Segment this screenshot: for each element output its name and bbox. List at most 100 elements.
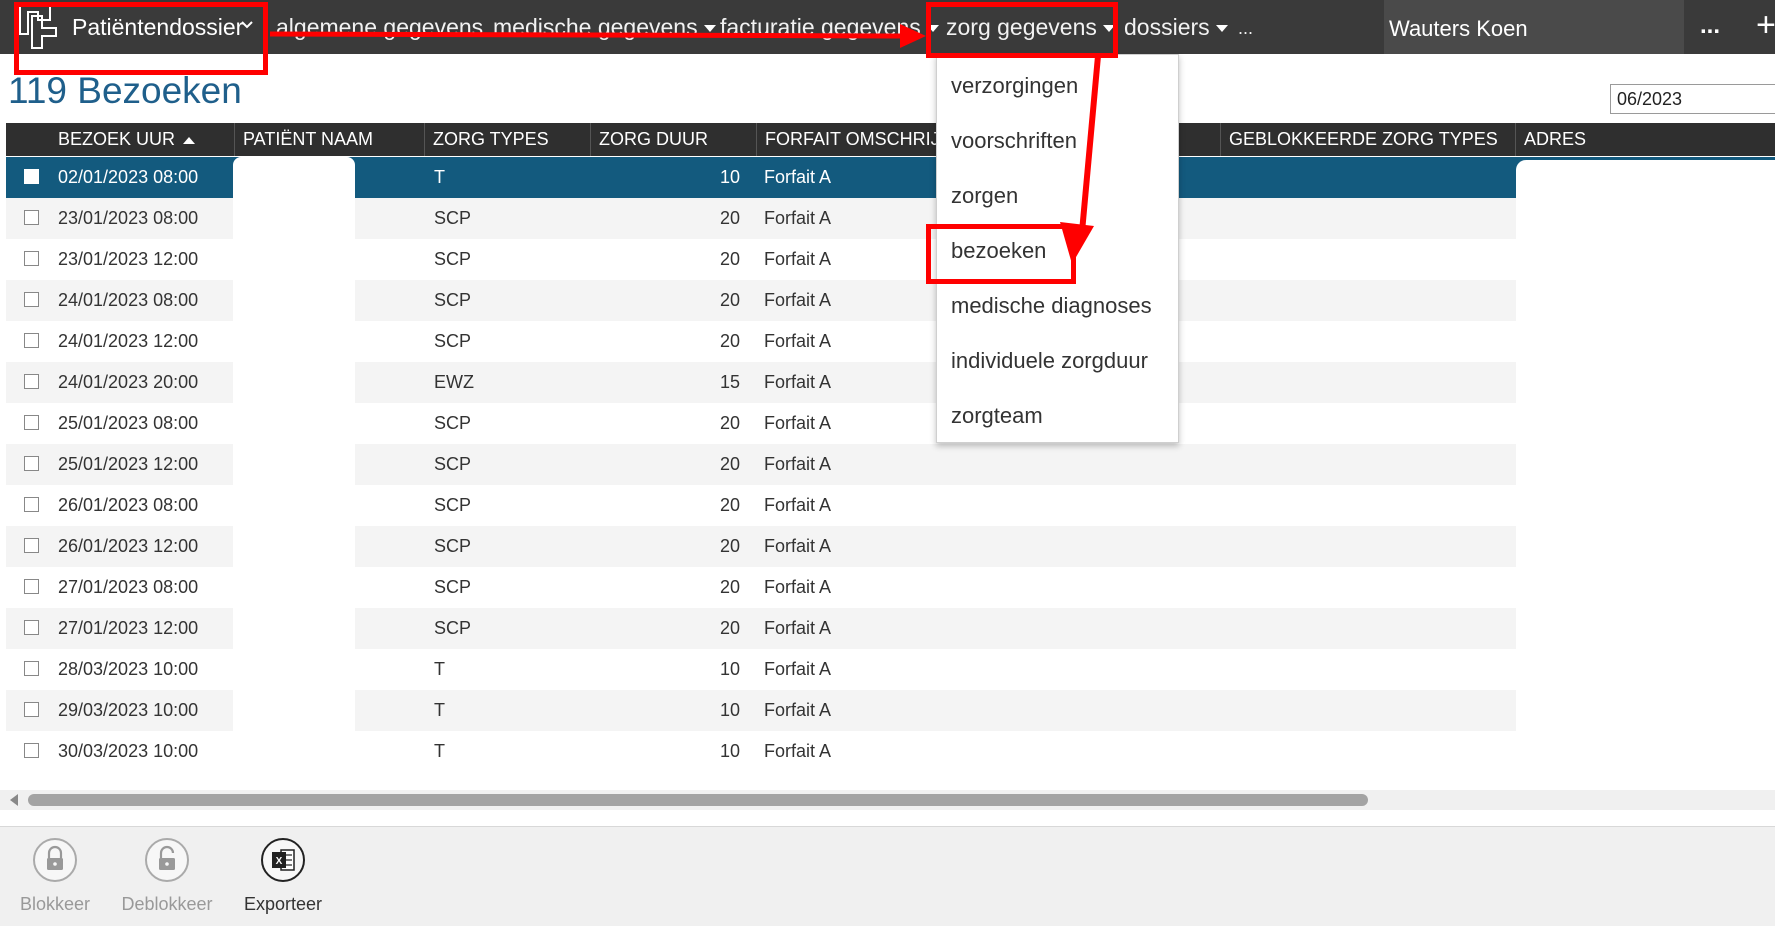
cell-zorg-types: T bbox=[434, 741, 445, 761]
table-header: BEZOEK UUR PATIËNT NAAM ZORG TYPES ZORG … bbox=[6, 123, 1775, 156]
deblokkeer-label: Deblokkeer bbox=[121, 894, 213, 914]
annotation-box-zorg-gegevens bbox=[926, 2, 1118, 58]
row-checkbox[interactable] bbox=[24, 251, 39, 266]
nav-dossiers[interactable]: dossiers bbox=[1124, 14, 1228, 41]
caret-down-icon bbox=[1215, 25, 1228, 33]
cell-zorg-types: SCP bbox=[434, 331, 472, 351]
sort-ascending-icon bbox=[183, 136, 196, 144]
column-header-geblokkeerde-zorg-types[interactable]: GEBLOKKEERDE ZORG TYPES bbox=[1220, 123, 1515, 156]
cell-forfait-omschrijving: Forfait A bbox=[764, 495, 832, 515]
nav-facturatie-gegevens[interactable]: facturatie gegevens bbox=[720, 14, 939, 41]
cell-bezoek-uur: 26/01/2023 12:00 bbox=[58, 536, 199, 556]
scrollbar-thumb[interactable] bbox=[28, 794, 1368, 806]
cell-bezoek-uur: 23/01/2023 12:00 bbox=[58, 249, 199, 269]
cell-forfait-omschrijving: Forfait A bbox=[764, 167, 832, 187]
cell-bezoek-uur: 23/01/2023 08:00 bbox=[58, 208, 199, 228]
cell-bezoek-uur: 25/01/2023 08:00 bbox=[58, 413, 199, 433]
svg-text:X: X bbox=[276, 856, 283, 867]
cell-bezoek-uur: 24/01/2023 12:00 bbox=[58, 331, 199, 351]
row-checkbox[interactable] bbox=[24, 333, 39, 348]
more-options-button[interactable]: ... bbox=[1700, 12, 1720, 40]
cell-zorg-duur: 20 bbox=[719, 208, 740, 228]
row-checkbox[interactable] bbox=[24, 169, 39, 184]
page-title: 119 Bezoeken bbox=[8, 70, 242, 111]
cell-zorg-types: T bbox=[434, 700, 445, 720]
menu-item-voorschriften[interactable]: voorschriften bbox=[951, 128, 1077, 154]
cell-forfait-omschrijving: Forfait A bbox=[764, 536, 832, 556]
row-checkbox[interactable] bbox=[24, 579, 39, 594]
cell-bezoek-uur: 30/03/2023 10:00 bbox=[58, 741, 199, 761]
cell-forfait-omschrijving: Forfait A bbox=[764, 454, 832, 474]
cell-bezoek-uur: 27/01/2023 12:00 bbox=[58, 618, 199, 638]
row-checkbox[interactable] bbox=[24, 210, 39, 225]
cell-forfait-omschrijving: Forfait A bbox=[764, 290, 832, 310]
nav-medische-gegevens[interactable]: medische gegevens bbox=[493, 14, 716, 41]
cell-bezoek-uur: 24/01/2023 20:00 bbox=[58, 372, 199, 392]
cell-zorg-types: SCP bbox=[434, 290, 472, 310]
lock-icon bbox=[47, 845, 63, 870]
add-button[interactable]: + bbox=[1756, 6, 1775, 45]
cell-forfait-omschrijving: Forfait A bbox=[764, 659, 832, 679]
cell-zorg-types: T bbox=[434, 167, 445, 187]
cell-bezoek-uur: 02/01/2023 08:00 bbox=[58, 167, 199, 187]
cell-forfait-omschrijving: Forfait A bbox=[764, 249, 832, 269]
cell-zorg-types: SCP bbox=[434, 413, 472, 433]
user-name[interactable]: Wauters Koen bbox=[1389, 16, 1528, 42]
cell-zorg-types: SCP bbox=[434, 577, 472, 597]
row-checkbox[interactable] bbox=[24, 497, 39, 512]
row-checkbox[interactable] bbox=[24, 456, 39, 471]
address-redaction bbox=[1516, 160, 1775, 780]
cell-forfait-omschrijving: Forfait A bbox=[764, 413, 832, 433]
cell-zorg-types: SCP bbox=[434, 454, 472, 474]
cell-zorg-duur: 10 bbox=[719, 167, 740, 187]
row-checkbox[interactable] bbox=[24, 538, 39, 553]
cell-bezoek-uur: 24/01/2023 08:00 bbox=[58, 290, 199, 310]
blokkeer-button[interactable]: Blokkeer bbox=[5, 838, 105, 915]
cell-bezoek-uur: 26/01/2023 08:00 bbox=[58, 495, 199, 515]
cell-forfait-omschrijving: Forfait A bbox=[764, 331, 832, 351]
row-checkbox[interactable] bbox=[24, 702, 39, 717]
menu-item-zorgen[interactable]: zorgen bbox=[951, 183, 1018, 209]
nav-overflow[interactable]: ... bbox=[1238, 18, 1253, 39]
row-checkbox[interactable] bbox=[24, 415, 39, 430]
unlock-icon bbox=[159, 845, 175, 870]
menu-item-zorgteam[interactable]: zorgteam bbox=[951, 403, 1043, 429]
row-checkbox[interactable] bbox=[24, 743, 39, 758]
cell-zorg-duur: 10 bbox=[719, 659, 740, 679]
cell-zorg-duur: 20 bbox=[719, 495, 740, 515]
column-header-adres[interactable]: ADRES bbox=[1515, 123, 1775, 156]
column-header-zorg-duur[interactable]: ZORG DUUR bbox=[590, 123, 756, 156]
cell-zorg-types: SCP bbox=[434, 618, 472, 638]
column-header-zorg-types[interactable]: ZORG TYPES bbox=[424, 123, 590, 156]
cell-zorg-types: SCP bbox=[434, 208, 472, 228]
cell-bezoek-uur: 29/03/2023 10:00 bbox=[58, 700, 199, 720]
scroll-left-arrow-icon[interactable] bbox=[10, 794, 18, 806]
excel-icon: X bbox=[272, 849, 295, 871]
row-checkbox[interactable] bbox=[24, 292, 39, 307]
annotation-box-bezoeken bbox=[926, 224, 1076, 284]
deblokkeer-button[interactable]: Deblokkeer bbox=[117, 838, 217, 915]
cell-zorg-types: SCP bbox=[434, 495, 472, 515]
exporteer-button[interactable]: X Exporteer bbox=[233, 838, 333, 915]
cell-zorg-duur: 10 bbox=[719, 741, 740, 761]
row-checkbox[interactable] bbox=[24, 620, 39, 635]
cell-zorg-duur: 20 bbox=[719, 454, 740, 474]
cell-bezoek-uur: 25/01/2023 12:00 bbox=[58, 454, 199, 474]
menu-item-medische-diagnoses[interactable]: medische diagnoses bbox=[951, 293, 1152, 319]
row-checkbox[interactable] bbox=[24, 661, 39, 676]
cell-zorg-duur: 20 bbox=[719, 249, 740, 269]
column-header-bezoek-uur[interactable]: BEZOEK UUR bbox=[6, 123, 234, 156]
period-input[interactable] bbox=[1610, 84, 1775, 114]
blokkeer-label: Blokkeer bbox=[19, 894, 91, 914]
menu-item-verzorgingen[interactable]: verzorgingen bbox=[951, 73, 1078, 99]
menu-item-individuele-zorgduur[interactable]: individuele zorgduur bbox=[951, 348, 1148, 374]
nav-algemene-gegevens[interactable]: algemene gegevens bbox=[276, 14, 483, 41]
cell-zorg-duur: 15 bbox=[719, 372, 740, 392]
cell-zorg-duur: 20 bbox=[719, 413, 740, 433]
column-header-patient-naam[interactable]: PATIËNT NAAM bbox=[234, 123, 424, 156]
row-checkbox[interactable] bbox=[24, 374, 39, 389]
cell-zorg-duur: 20 bbox=[719, 331, 740, 351]
cell-bezoek-uur: 28/03/2023 10:00 bbox=[58, 659, 199, 679]
patient-name-redaction bbox=[233, 157, 355, 780]
cell-zorg-duur: 20 bbox=[719, 577, 740, 597]
